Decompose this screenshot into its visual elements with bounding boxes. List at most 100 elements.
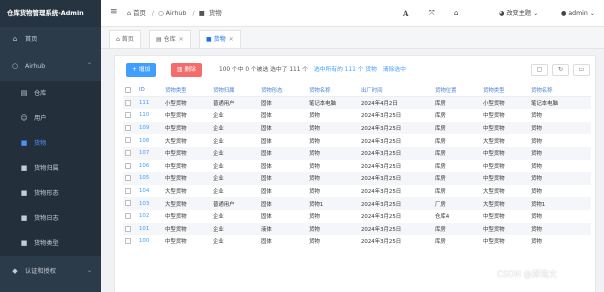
column-header[interactable]: 货物位置	[433, 84, 481, 98]
row-checkbox-cell[interactable]	[123, 96, 137, 110]
row-id-link[interactable]: 105	[137, 172, 163, 185]
table-row[interactable]: 111 小型货物 普通用户 固体 笔记本电脑 2024年4月2日 库房 小型货物 笔记本电脑	[123, 96, 591, 110]
select-all-checkbox[interactable]	[123, 84, 137, 98]
column-header[interactable]: 货物形态	[259, 84, 307, 98]
add-button[interactable]: + 增加	[126, 63, 157, 77]
font-size-icon[interactable]: A	[403, 0, 408, 27]
sidebar-item-goods[interactable]: ■ 货物	[0, 131, 101, 156]
app-title: 仓库货物管理系统-Admin	[0, 0, 101, 27]
row-id-link[interactable]: 103	[137, 197, 163, 210]
checkbox[interactable]	[125, 86, 131, 93]
column-header[interactable]: 出厂时间	[359, 84, 433, 98]
checkbox[interactable]	[125, 99, 131, 106]
close-icon[interactable]: ✕	[179, 36, 184, 43]
fullscreen-icon[interactable]: ⤧	[429, 0, 435, 27]
checkbox[interactable]	[125, 137, 131, 144]
row-id-link[interactable]: 104	[137, 184, 163, 198]
delete-button[interactable]: ▥ 删除	[171, 63, 202, 77]
table-cell: 笔记本电脑	[307, 96, 359, 110]
row-checkbox-cell[interactable]	[123, 159, 137, 173]
row-checkbox-cell[interactable]	[123, 184, 137, 198]
sidebar-item-users[interactable]: ☺ 用户	[0, 106, 101, 131]
table-row[interactable]: 101 中型货物 企业 液体 货物 2024年3月25日 库房 中型货物 货物	[123, 222, 591, 236]
row-checkbox-cell[interactable]	[123, 134, 137, 147]
row-checkbox-cell[interactable]	[123, 222, 137, 236]
tab-home[interactable]: ⌂ 首页	[109, 30, 141, 48]
table-cell: 固体	[259, 172, 307, 185]
row-checkbox-cell[interactable]	[123, 197, 137, 210]
tab-label: 货物	[213, 36, 226, 43]
row-id-link[interactable]: 101	[137, 222, 163, 236]
menu-toggle-icon[interactable]: ≡	[110, 7, 118, 17]
table-row[interactable]: 108 大型货物 企业 固体 货物 2024年3月25日 库房 大型货物 货物	[123, 134, 591, 147]
table-row[interactable]: 107 中型货物 企业 固体 货物 2024年3月25日 库房 中型货物 货物	[123, 146, 591, 160]
table-row[interactable]: 103 大型货物 普通用户 固体 货物1 2024年3月25日 厂房 大型货物 货物1	[123, 197, 591, 210]
sidebar-item-goods-type[interactable]: ■ 货物类型	[0, 231, 101, 256]
column-header[interactable]: 货物类型	[163, 84, 211, 98]
table-row[interactable]: 109 中型货物 企业 固体 货物 2024年3月25日 库房 中型货物 货物	[123, 121, 591, 135]
checkbox[interactable]	[125, 225, 131, 232]
breadcrumb-item[interactable]: 首页	[133, 9, 146, 17]
table-row[interactable]: 105 中型货物 企业 固体 货物 2024年3月25日 库房 中型货物 货物	[123, 172, 591, 185]
row-checkbox-cell[interactable]	[123, 121, 137, 135]
tab-warehouse[interactable]: ▤ 仓库 ✕	[149, 30, 191, 48]
row-checkbox-cell[interactable]	[123, 235, 137, 248]
row-id-link[interactable]: 102	[137, 209, 163, 223]
row-checkbox-cell[interactable]	[123, 146, 137, 160]
row-checkbox-cell[interactable]	[123, 109, 137, 122]
table-row[interactable]: 106 中型货物 企业 固体 货物 2024年3月25日 库房 中型货物 货物	[123, 159, 591, 173]
checkbox[interactable]	[125, 150, 131, 157]
table-row[interactable]: 100 中型货物 企业 固体 货物 2024年3月25日 库房 中型货物 货物	[123, 235, 591, 248]
close-icon[interactable]: ✕	[229, 36, 234, 43]
row-id-link[interactable]: 108	[137, 134, 163, 147]
checkbox[interactable]	[125, 212, 131, 219]
sidebar-item-goods-form[interactable]: ■ 货物形态	[0, 181, 101, 206]
table-cell: 普通用户	[211, 197, 259, 210]
row-id-link[interactable]: 109	[137, 121, 163, 135]
row-checkbox-cell[interactable]	[123, 172, 137, 185]
table-cell: 固体	[259, 146, 307, 160]
checkbox[interactable]	[125, 112, 131, 119]
column-header[interactable]: 货物类型	[481, 84, 529, 98]
refresh-icon[interactable]: ↻	[552, 64, 569, 76]
row-id-link[interactable]: 111	[137, 96, 163, 110]
tab-goods[interactable]: ■ 货物 ✕	[199, 30, 241, 48]
sidebar-item-home[interactable]: ⌂ 首页	[0, 27, 101, 51]
checkbox[interactable]	[125, 187, 131, 194]
row-id-link[interactable]: 107	[137, 146, 163, 160]
checkbox[interactable]	[125, 175, 131, 182]
row-checkbox-cell[interactable]	[123, 209, 137, 223]
tabs-bar: ⌂ 首页 ▤ 仓库 ✕ ■ 货物 ✕	[101, 27, 604, 49]
sidebar-group-airhub[interactable]: ○ Airhub ⌃	[0, 51, 101, 81]
theme-label: 改变主题	[506, 10, 532, 17]
column-header[interactable]: 货物归属	[211, 84, 259, 98]
column-header[interactable]: ID	[137, 84, 163, 98]
table-row[interactable]: 110 中型货物 企业 固体 货物 2024年3月25日 库房 中型货物 货物	[123, 109, 591, 122]
column-header[interactable]: 货物名称	[529, 84, 591, 98]
home-icon[interactable]: ⌂	[454, 0, 458, 27]
checkbox[interactable]	[125, 124, 131, 131]
table-header-row: ID 货物类型 货物归属 货物形态 货物名称 出厂时间 货物位置 货物类型 货物…	[123, 84, 591, 98]
clear-selection-link[interactable]: 清除选中	[383, 67, 406, 73]
checkbox[interactable]	[125, 162, 131, 169]
column-header[interactable]: 货物名称	[307, 84, 359, 98]
truck-icon: ■	[20, 139, 28, 147]
sidebar-group-auth[interactable]: ◆ 认证和授权 ⌄	[0, 256, 101, 286]
export-icon[interactable]: ▭	[573, 64, 590, 76]
row-id-link[interactable]: 106	[137, 159, 163, 173]
row-id-link[interactable]: 110	[137, 109, 163, 122]
sidebar-item-warehouse[interactable]: ▤ 仓库	[0, 81, 101, 106]
user-menu[interactable]: ● admin ⌄	[561, 0, 595, 27]
row-id-link[interactable]: 100	[137, 235, 163, 248]
sidebar-item-goods-owner[interactable]: ■ 货物归属	[0, 156, 101, 181]
theme-dropdown[interactable]: ◕ 改变主题 ⌄	[499, 0, 538, 27]
table-row[interactable]: 102 中型货物 企业 固体 货物 2024年3月25日 仓库4 中型货物 货物	[123, 209, 591, 223]
select-all-link[interactable]: 选中所有的 111 个 货物	[314, 67, 377, 73]
checkbox[interactable]	[125, 238, 131, 245]
sidebar-item-goods-log[interactable]: ■ 货物日志	[0, 206, 101, 231]
breadcrumb-item[interactable]: Airhub	[166, 9, 187, 17]
table-row[interactable]: 104 大型货物 企业 固体 货物 2024年3月25日 库房 大型货物 货物	[123, 184, 591, 198]
checkbox[interactable]	[125, 200, 131, 207]
filter-icon[interactable]: ▢	[531, 64, 548, 76]
warehouse-icon: ▤	[20, 89, 28, 97]
